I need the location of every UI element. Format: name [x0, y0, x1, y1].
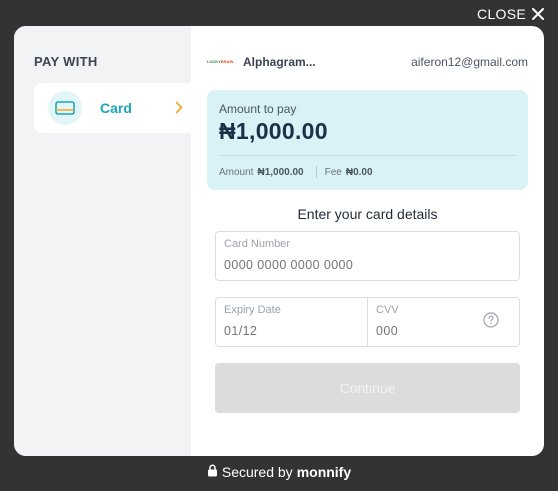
merchant-name: Alphagram...: [243, 55, 316, 69]
card-icon: [48, 91, 82, 125]
fee-separator: [315, 166, 317, 178]
card-number-input[interactable]: [224, 258, 511, 272]
merchant-logo: LUCKY BRAIN: [207, 59, 234, 64]
cvv-field[interactable]: CVV: [368, 297, 520, 347]
fee-value: ₦0.00: [345, 166, 373, 178]
pay-with-title: PAY WITH: [34, 54, 98, 69]
payment-modal: PAY WITH Card LUCKYBRAIN Alphagram... a: [14, 26, 544, 456]
amount-small-value: ₦1,000.00: [257, 166, 304, 178]
cvv-input[interactable]: [376, 324, 466, 338]
lock-icon: [207, 464, 218, 480]
amount-divider: [219, 155, 516, 156]
close-icon: [532, 8, 544, 20]
monnify-brand: monnify: [296, 464, 352, 480]
expiry-date-input[interactable]: [224, 324, 359, 338]
amount-small-label: Amount: [219, 166, 254, 178]
payment-methods-sidebar: PAY WITH Card: [14, 26, 191, 456]
expiry-date-label: Expiry Date: [224, 304, 281, 316]
card-number-label: Card Number: [224, 238, 291, 250]
close-label: CLOSE: [477, 6, 526, 22]
continue-button[interactable]: Continue: [215, 363, 520, 413]
merchant-row: LUCKY BRAIN Alphagram... aiferon12@gmail.…: [207, 48, 528, 76]
payment-method-label: Card: [100, 100, 132, 116]
chevron-right-icon: [175, 101, 183, 119]
payment-method-card[interactable]: Card: [34, 83, 191, 133]
expiry-cvv-row: Expiry Date CVV: [215, 297, 520, 347]
fee-row: Amount ₦1,000.00 Fee ₦0.00: [219, 166, 516, 178]
customer-email: aiferon12@gmail.com: [411, 55, 528, 69]
card-details-title: Enter your card details: [297, 206, 438, 222]
secured-label: Secured by: [221, 464, 293, 480]
secured-by-footer: Secured by monnify: [0, 464, 558, 480]
help-icon[interactable]: [483, 312, 499, 333]
card-number-field[interactable]: Card Number: [215, 231, 520, 281]
amount-label: Amount to pay: [219, 102, 297, 116]
expiry-date-field[interactable]: Expiry Date: [215, 297, 368, 347]
fee-label: Fee: [324, 166, 342, 178]
amount-summary: Amount to pay ₦1,000.00 Amount ₦1,000.00…: [207, 90, 528, 190]
payment-main: LUCKY BRAIN Alphagram... aiferon12@gmail.…: [191, 26, 544, 456]
amount-value: ₦1,000.00: [219, 118, 328, 144]
close-button[interactable]: CLOSE: [477, 6, 544, 22]
